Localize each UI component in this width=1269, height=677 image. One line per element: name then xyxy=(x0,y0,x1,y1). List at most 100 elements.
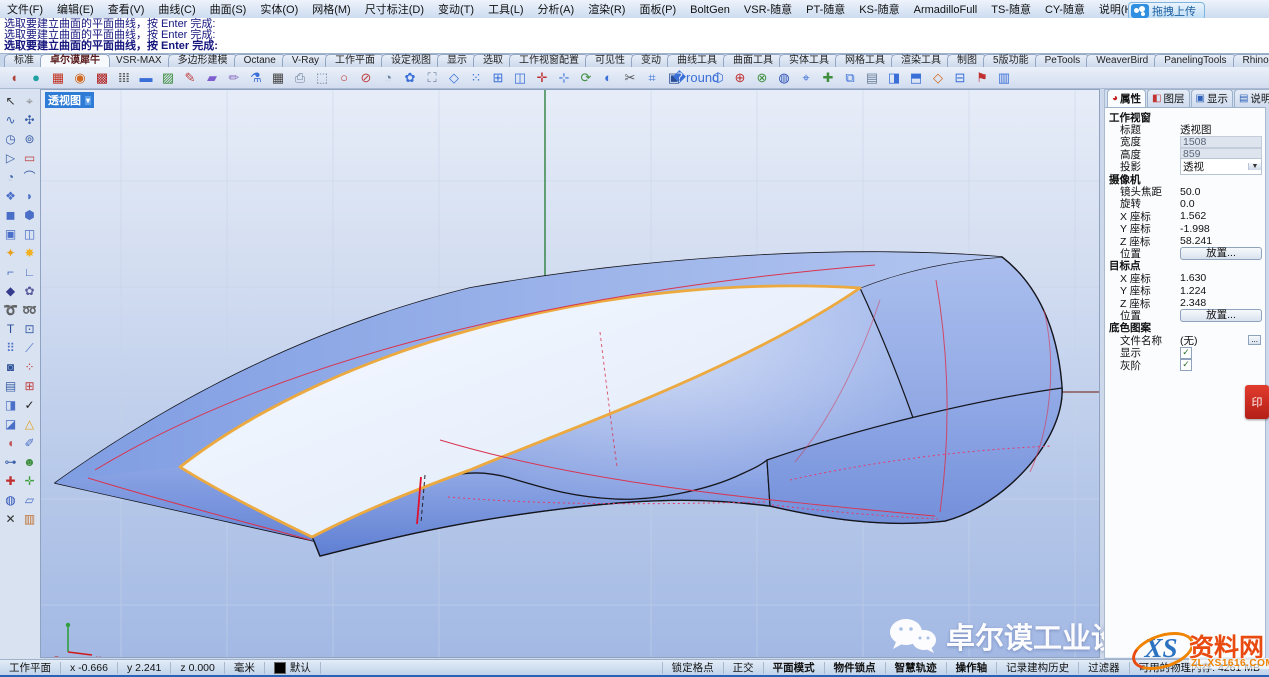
tool-icon[interactable]: ▤ xyxy=(1,376,20,395)
toolbar-icon[interactable]: ⌖ xyxy=(795,67,817,88)
property-value[interactable]: 1.562 xyxy=(1180,210,1206,222)
menu-item[interactable]: 面板(P) xyxy=(632,4,683,16)
command-history[interactable]: 选取要建立曲面的平面曲线，按 Enter 完成:选取要建立曲面的平面曲线，按 E… xyxy=(0,18,1269,54)
status-cell[interactable]: x -0.666 xyxy=(61,662,118,674)
status-cell[interactable] xyxy=(321,662,663,674)
toolbar-tab[interactable]: WeaverBird xyxy=(1086,54,1158,67)
toolbar-tab[interactable]: 选取 xyxy=(473,54,513,67)
tool-icon[interactable]: ⊡ xyxy=(20,319,39,338)
tool-icon[interactable]: ⁘ xyxy=(20,357,39,376)
menu-item[interactable]: 网格(M) xyxy=(305,4,358,16)
menu-item[interactable]: KS-随意 xyxy=(852,4,906,16)
status-cell[interactable]: 智慧轨迹 xyxy=(886,662,947,674)
property-value[interactable]: 1.630 xyxy=(1180,272,1206,284)
toolbar-icon[interactable]: ▩ xyxy=(91,67,113,88)
tool-icon[interactable]: ◫ xyxy=(20,224,39,243)
toolbar-icon[interactable]: ⊕ xyxy=(729,67,751,88)
property-value[interactable]: 58.241 xyxy=(1180,235,1212,247)
toolbar-tab[interactable]: 实体工具 xyxy=(779,54,839,67)
property-value[interactable]: 1.224 xyxy=(1180,285,1206,297)
tool-icon[interactable]: ◨ xyxy=(1,395,20,414)
tool-icon[interactable]: T xyxy=(1,319,20,338)
toolbar-icon[interactable]: ⛶ xyxy=(421,67,443,88)
status-cell[interactable]: 正交 xyxy=(724,662,764,674)
property-value[interactable]: 透视 xyxy=(1181,159,1248,174)
toolbar-tab[interactable]: 卓尔谟犀牛 xyxy=(40,54,110,67)
tool-icon[interactable]: ✚ xyxy=(1,471,20,490)
menu-item[interactable]: 文件(F) xyxy=(0,4,50,16)
property-value[interactable]: 0.0 xyxy=(1180,198,1195,210)
toolbar-icon[interactable]: ◍ xyxy=(773,67,795,88)
tool-icon[interactable]: ▣ xyxy=(1,224,20,243)
tool-icon[interactable]: ∿ xyxy=(1,110,20,129)
tool-icon[interactable]: ◷ xyxy=(1,129,20,148)
property-value[interactable]: 1508 xyxy=(1180,136,1262,148)
tool-icon[interactable]: ∟ xyxy=(20,262,39,281)
status-cell[interactable]: 锁定格点 xyxy=(663,662,724,674)
toolbar-icon[interactable]: ⬡ xyxy=(707,67,729,88)
toolbar-icon[interactable]: 𝍖 xyxy=(113,67,135,88)
panel-tab[interactable]: ▤ 说明 xyxy=(1234,89,1269,107)
toolbar-tab[interactable]: 制图 xyxy=(947,54,987,67)
status-cell[interactable]: 过滤器 xyxy=(1079,662,1130,674)
toolbar-icon[interactable]: ✎ xyxy=(179,67,201,88)
toolbar-tab[interactable]: PeTools xyxy=(1035,54,1091,67)
toolbar-icon[interactable]: ⊞ xyxy=(487,67,509,88)
tool-icon[interactable]: ⌐ xyxy=(1,262,20,281)
menu-item[interactable]: BoltGen xyxy=(683,4,737,16)
tool-icon[interactable]: ▥ xyxy=(20,509,39,528)
panel-tab[interactable]: ◕ 属性 xyxy=(1107,89,1146,107)
status-cell[interactable]: 记录建构历史 xyxy=(997,662,1079,674)
tool-icon[interactable]: ▱ xyxy=(20,490,39,509)
toolbar-icon[interactable]: ⊟ xyxy=(949,67,971,88)
toolbar-icon[interactable]: ● xyxy=(25,67,47,88)
tool-icon[interactable]: ❖ xyxy=(1,186,20,205)
toolbar-tab[interactable]: PanelingTools xyxy=(1154,54,1236,67)
toolbar-icon[interactable]: ○ xyxy=(333,67,355,88)
tool-icon[interactable]: ◖ xyxy=(1,433,20,452)
menu-item[interactable]: 曲线(C) xyxy=(151,4,202,16)
toolbar-icon[interactable]: ▥ xyxy=(993,67,1015,88)
property-value[interactable]: (无) xyxy=(1180,333,1248,348)
tool-icon[interactable]: ⬢ xyxy=(20,205,39,224)
tool-icon[interactable]: ⟋ xyxy=(20,338,39,357)
property-value[interactable]: -1.998 xyxy=(1180,223,1210,235)
tool-icon[interactable]: ✕ xyxy=(1,509,20,528)
menu-item[interactable]: VSR-随意 xyxy=(737,4,799,16)
menu-item[interactable]: PT-随意 xyxy=(799,4,852,16)
toolbar-tab[interactable]: 网格工具 xyxy=(835,54,895,67)
toolbar-icon[interactable]: ◐ xyxy=(597,67,619,88)
tool-icon[interactable]: ✸ xyxy=(20,243,39,262)
tool-icon[interactable]: ✿ xyxy=(20,281,39,300)
toolbar-icon[interactable]: ⎙ xyxy=(289,67,311,88)
toolbar-icon[interactable]: ▦ xyxy=(267,67,289,88)
toolbar-icon[interactable]: ⟳ xyxy=(575,67,597,88)
property-value[interactable]: 50.0 xyxy=(1180,186,1200,198)
toolbar-tab[interactable]: 设定视图 xyxy=(381,54,441,67)
toolbar-tab[interactable]: 5版功能 xyxy=(983,54,1039,67)
toolbar-icon[interactable]: ▦ xyxy=(47,67,69,88)
tool-icon[interactable]: ◙ xyxy=(1,357,20,376)
tool-icon[interactable]: ⠿ xyxy=(1,338,20,357)
status-cell[interactable]: z 0.000 xyxy=(171,662,224,674)
menu-item[interactable]: 查看(V) xyxy=(101,4,152,16)
tool-icon[interactable]: ↖ xyxy=(1,91,20,110)
toolbar-icon[interactable]: ⊹ xyxy=(553,67,575,88)
toolbar-icon[interactable]: ⊘ xyxy=(355,67,377,88)
menu-item[interactable]: 变动(T) xyxy=(431,4,481,16)
menu-item[interactable]: 分析(A) xyxy=(531,4,582,16)
chevron-down-icon[interactable]: ▼ xyxy=(1248,163,1261,170)
menu-item[interactable]: 曲面(S) xyxy=(203,4,254,16)
menu-item[interactable]: 渲染(R) xyxy=(581,4,632,16)
toolbar-icon[interactable]: ▬ xyxy=(135,67,157,88)
toolbar-icon[interactable]: ⚑ xyxy=(971,67,993,88)
toolbar-icon[interactable]: ⬒ xyxy=(905,67,927,88)
tool-icon[interactable]: ⊶ xyxy=(1,452,20,471)
tool-icon[interactable]: ➿ xyxy=(20,300,39,319)
toolbar-tab[interactable]: V-Ray xyxy=(282,54,329,67)
tool-icon[interactable]: ☻ xyxy=(20,452,39,471)
status-cell[interactable]: y 2.241 xyxy=(118,662,171,674)
toolbar-icon[interactable]: ✿ xyxy=(399,67,421,88)
toolbar-tab[interactable]: 工作平面 xyxy=(325,54,385,67)
menu-item[interactable]: TS-随意 xyxy=(984,4,1038,16)
